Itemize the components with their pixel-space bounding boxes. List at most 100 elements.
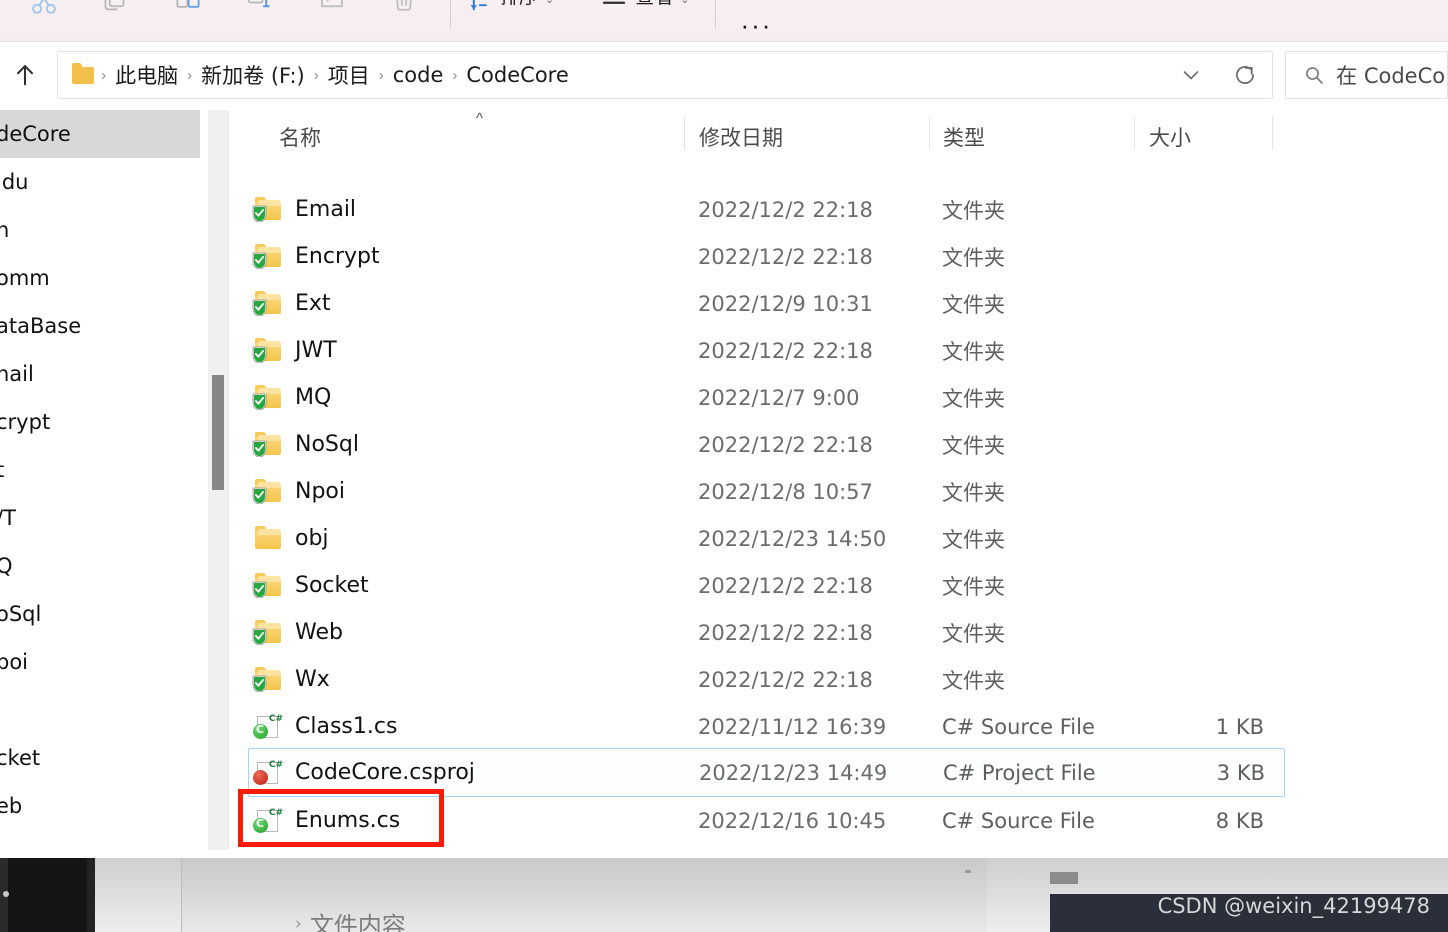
breadcrumb-item-4[interactable]: CodeCore (460, 63, 574, 87)
column-divider[interactable] (1272, 116, 1273, 150)
history-dropdown-icon[interactable] (1164, 52, 1218, 98)
table-row[interactable]: Socket 2022/12/2 22:18 文件夹 (229, 562, 1448, 609)
scrollbar-thumb[interactable] (212, 375, 224, 490)
search-box[interactable]: 在 CodeCo (1285, 51, 1448, 99)
breadcrumb-separator: › (313, 66, 319, 84)
nav-item-obj[interactable]: j (0, 686, 200, 734)
breadcrumb[interactable]: › 此电脑 › 新加卷 (F:) › 项目 › code › CodeCore (58, 60, 1164, 90)
nav-item-database[interactable]: ataBase (0, 302, 200, 350)
file-name-label: Socket (295, 573, 369, 598)
file-name-cell[interactable]: Wx (252, 666, 330, 692)
file-name-label: MQ (295, 385, 332, 410)
cs-badge: C# (268, 759, 283, 770)
column-divider[interactable] (1134, 116, 1135, 150)
nav-item-encrypt[interactable]: crypt (0, 398, 200, 446)
table-row[interactable]: Encrypt 2022/12/2 22:18 文件夹 (229, 233, 1448, 280)
nav-item-comm[interactable]: omm (0, 254, 200, 302)
nav-item-2[interactable]: n (0, 206, 200, 254)
column-header-date[interactable]: 修改日期 (699, 122, 783, 152)
nav-item-jwt[interactable]: /T (0, 494, 200, 542)
table-row[interactable]: JWT 2022/12/2 22:18 文件夹 (229, 327, 1448, 374)
green-status-overlay-icon (253, 723, 268, 739)
file-list-pane: ^ 名称 修改日期 类型 大小 Email 2022/12/2 22:18 文件… (229, 110, 1448, 850)
see-more-button[interactable]: ··· (726, 10, 786, 41)
navigation-scrollbar[interactable] (208, 110, 228, 850)
table-row[interactable]: Web 2022/12/2 22:18 文件夹 (229, 609, 1448, 656)
file-name-cell[interactable]: Ext (252, 290, 331, 316)
nav-item-email[interactable]: nail (0, 350, 200, 398)
nav-item-label: nail (0, 362, 34, 386)
file-name-cell[interactable]: Npoi (252, 478, 345, 504)
file-name-cell[interactable]: JWT (252, 337, 337, 363)
green-check-overlay-icon (252, 628, 267, 645)
sort-button[interactable]: 排序 ⌄ (461, 0, 562, 29)
paste-icon[interactable] (152, 0, 224, 41)
sort-indicator-icon: ^ (476, 110, 484, 127)
breadcrumb-item-1[interactable]: 新加卷 (F:) (195, 60, 311, 90)
address-bar[interactable]: › 此电脑 › 新加卷 (F:) › 项目 › code › CodeCore (57, 51, 1274, 99)
search-input[interactable]: 在 CodeCo (1336, 60, 1445, 90)
rename-icon[interactable] (224, 0, 296, 41)
table-row[interactable]: Npoi 2022/12/8 10:57 文件夹 (229, 468, 1448, 515)
nav-item-ext[interactable]: t (0, 446, 200, 494)
folder-icon (252, 384, 281, 410)
nav-item-baidu[interactable]: idu (0, 158, 200, 206)
nav-item-nosql[interactable]: oSql (0, 590, 200, 638)
cut-icon[interactable] (8, 0, 80, 41)
column-header-size[interactable]: 大小 (1149, 122, 1191, 152)
breadcrumb-item-0[interactable]: 此电脑 (109, 60, 184, 90)
file-type-cell: 文件夹 (942, 433, 1005, 458)
table-row[interactable]: MQ 2022/12/7 9:00 文件夹 (229, 374, 1448, 421)
file-name-cell[interactable]: Email (252, 196, 356, 222)
file-type-cell: 文件夹 (942, 292, 1005, 317)
nav-item-socket[interactable]: cket (0, 734, 200, 782)
column-divider[interactable] (684, 116, 685, 150)
nav-item-mq[interactable]: Q (0, 542, 200, 590)
file-type-cell: 文件夹 (942, 198, 1005, 223)
table-row[interactable]: obj 2022/12/23 14:50 文件夹 (229, 515, 1448, 562)
file-type-cell: 文件夹 (942, 480, 1005, 505)
share-icon[interactable] (296, 0, 368, 41)
breadcrumb-item-2[interactable]: 项目 (322, 60, 376, 90)
file-date-cell: 2022/12/23 14:50 (698, 526, 887, 551)
column-header-type[interactable]: 类型 (943, 122, 985, 152)
view-button[interactable]: 查看 ⌄ (592, 0, 697, 29)
table-row[interactable]: Ext 2022/12/9 10:31 文件夹 (229, 280, 1448, 327)
file-name-cell[interactable]: Web (252, 619, 343, 645)
file-name-cell[interactable]: C# Class1.cs (253, 714, 397, 739)
delete-icon[interactable] (368, 0, 440, 41)
breadcrumb-item-3[interactable]: code (387, 63, 450, 87)
file-name-cell[interactable]: C# CodeCore.csproj (253, 759, 475, 785)
nav-item-codecore[interactable]: deCore (0, 110, 200, 158)
refresh-icon[interactable] (1218, 52, 1272, 98)
table-row[interactable]: Wx 2022/12/2 22:18 文件夹 (229, 656, 1448, 703)
file-explorer-window: 排序 ⌄ 查看 ⌄ ··· (0, 0, 1448, 932)
copy-icon[interactable] (80, 0, 152, 41)
chevron-right-icon[interactable]: › (295, 914, 302, 932)
table-row[interactable]: Email 2022/12/2 22:18 文件夹 (229, 186, 1448, 233)
file-name-cell[interactable]: MQ (252, 384, 332, 410)
nav-item-label: ataBase (0, 314, 82, 338)
column-header-name[interactable]: 名称 (279, 122, 321, 152)
file-content-section[interactable]: › 文件内容 (295, 906, 406, 932)
table-row[interactable]: C# Class1.cs 2022/11/12 16:39 C# Source … (229, 703, 1448, 750)
nav-item-label: cket (0, 746, 41, 770)
file-name-label: CodeCore.csproj (295, 760, 475, 785)
file-name-cell[interactable]: obj (255, 525, 329, 551)
up-button[interactable] (4, 52, 45, 98)
file-name-cell[interactable]: NoSql (252, 431, 359, 457)
navigation-pane: deCore idu n omm ataBase nail crypt t /T… (0, 110, 208, 850)
column-divider[interactable] (929, 116, 930, 150)
nav-item-label: /T (0, 506, 16, 530)
nav-item-web[interactable]: eb (0, 782, 200, 830)
file-name-cell[interactable]: Encrypt (252, 243, 380, 269)
nav-item-label: oSql (0, 602, 42, 626)
file-name-cell[interactable]: Socket (252, 572, 369, 598)
nav-item-npoi[interactable]: poi (0, 638, 200, 686)
nav-item-label: poi (0, 650, 29, 674)
background-windows-strip: › 文件内容 CSDN @weixin_42199478 (0, 850, 1448, 932)
file-type-cell: 文件夹 (942, 527, 1005, 552)
file-size-cell: 3 KB (1216, 760, 1265, 785)
background-dark-window[interactable] (0, 858, 95, 932)
table-row[interactable]: NoSql 2022/12/2 22:18 文件夹 (229, 421, 1448, 468)
